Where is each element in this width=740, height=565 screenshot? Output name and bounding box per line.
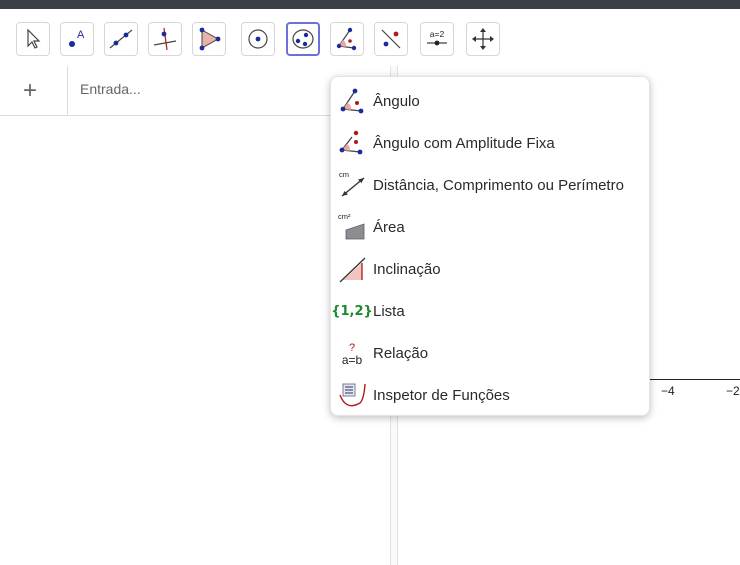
distance-icon: cm	[339, 170, 365, 197]
menu-item-label: Área	[373, 218, 405, 236]
angle-icon	[340, 88, 364, 114]
relation-icon: ? a=b	[342, 342, 363, 367]
algebra-input-field[interactable]: Entrada...	[80, 81, 141, 97]
menu-item-list[interactable]: {1,2} Lista	[331, 290, 651, 332]
conic-tool-button[interactable]	[286, 22, 320, 56]
measure-tools-menu: Ângulo Ângulo com Amplitude Fixa cm Dist…	[330, 76, 650, 416]
cursor-arrow-icon	[27, 28, 41, 49]
angle-icon	[336, 27, 357, 51]
area-icon: cm²	[338, 212, 365, 240]
menu-item-distance[interactable]: cm Distância, Comprimento ou Perímetro	[331, 164, 651, 206]
menu-item-slope[interactable]: Inclinação	[331, 248, 651, 290]
menu-item-area[interactable]: cm² Área	[331, 206, 651, 248]
perpendicular-icon	[153, 27, 177, 51]
slider-tool-button[interactable]: a=2	[420, 22, 454, 56]
toolbar: A a=2	[0, 9, 740, 66]
slope-icon	[339, 257, 366, 283]
move-tool-button[interactable]	[16, 22, 50, 56]
point-tool-button[interactable]: A	[60, 22, 94, 56]
angle-tool-button[interactable]	[330, 22, 364, 56]
area-glyph: cm²	[338, 212, 351, 221]
slider-icon: a=2	[427, 29, 447, 46]
x-tick-label: −2	[726, 384, 740, 398]
circle-tool-button[interactable]	[241, 22, 275, 56]
menu-item-label: Inspetor de Funções	[373, 386, 510, 404]
point-tool-glyph: A	[77, 29, 85, 41]
distance-glyph: cm	[339, 170, 349, 179]
menu-item-label: Inclinação	[373, 260, 441, 278]
menu-item-label: Distância, Comprimento ou Perímetro	[373, 176, 624, 194]
perpendicular-line-tool-button[interactable]	[148, 22, 182, 56]
move-graphics-icon	[472, 28, 494, 50]
function-inspector-icon	[339, 383, 366, 407]
menu-item-relation[interactable]: ? a=b Relação	[331, 332, 651, 374]
point-icon: A	[69, 29, 85, 47]
polygon-tool-button[interactable]	[192, 22, 226, 56]
circle-icon	[248, 29, 268, 49]
x-tick-label: −4	[661, 384, 675, 398]
conic-icon	[292, 29, 314, 49]
menu-item-label: Ângulo	[373, 92, 420, 110]
algebra-row-divider	[67, 66, 68, 116]
slider-tool-glyph: a=2	[430, 29, 445, 39]
line-tool-button[interactable]	[104, 22, 138, 56]
line-icon	[109, 29, 133, 49]
add-item-button[interactable]: +	[10, 75, 50, 107]
menu-item-function-inspector[interactable]: Inspetor de Funções	[331, 374, 651, 416]
polygon-icon	[199, 27, 221, 51]
menu-item-label: Lista	[373, 302, 405, 320]
menu-item-fixed-angle[interactable]: Ângulo com Amplitude Fixa	[331, 122, 651, 164]
reflect-tool-button[interactable]	[374, 22, 408, 56]
reflect-icon	[381, 29, 401, 49]
move-graphics-tool-button[interactable]	[466, 22, 500, 56]
menu-item-label: Relação	[373, 344, 429, 362]
menu-item-label: Ângulo com Amplitude Fixa	[373, 134, 555, 152]
relation-glyph: a=b	[342, 353, 363, 367]
list-icon: {1,2}	[331, 290, 373, 332]
menu-item-angle[interactable]: Ângulo	[331, 80, 651, 122]
title-bar	[0, 0, 740, 9]
list-glyph: {1,2}	[331, 303, 373, 319]
fixed-angle-icon	[339, 130, 363, 155]
